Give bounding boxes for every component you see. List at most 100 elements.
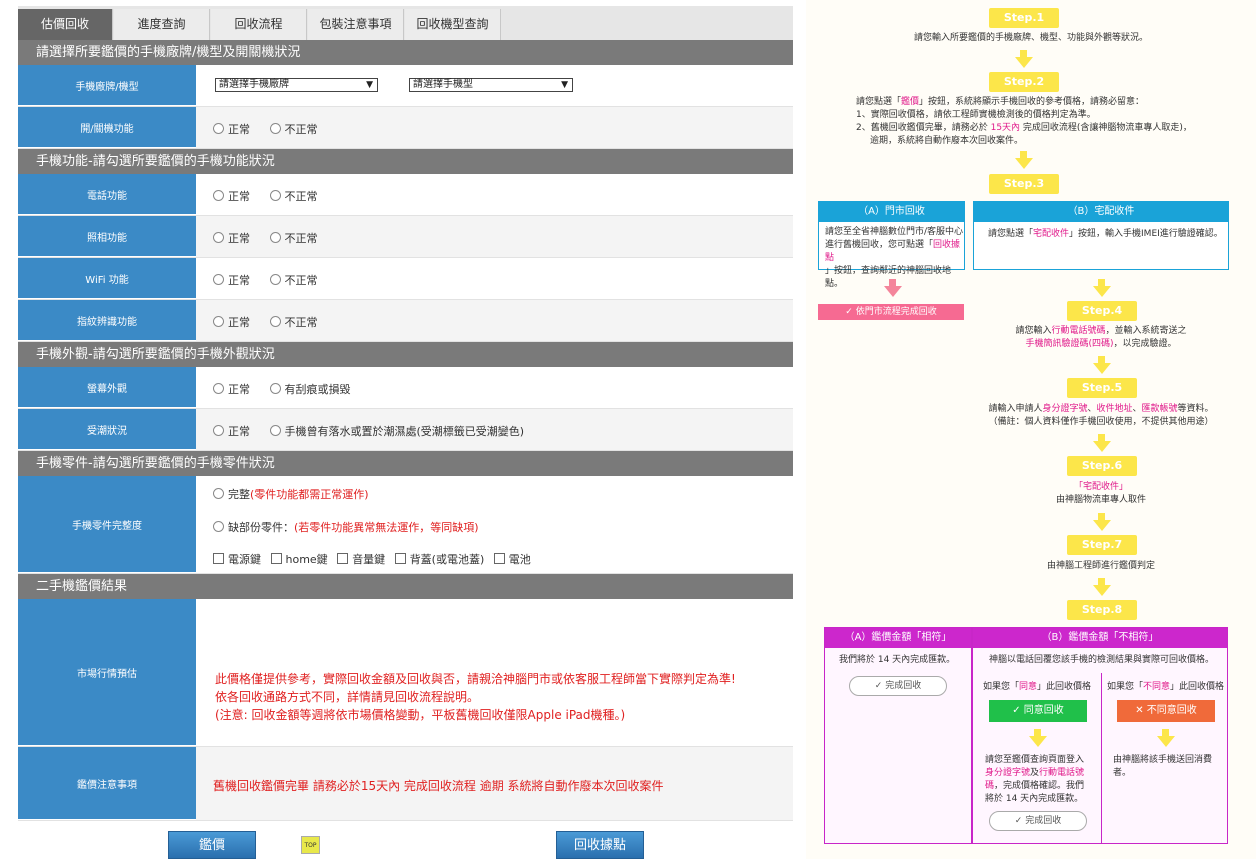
match-head: （A）鑑價金額「相符」 — [825, 628, 971, 648]
top-button[interactable]: TOP — [301, 836, 320, 854]
close-icon: ✕ — [1135, 705, 1147, 716]
tab-models[interactable]: 回收機型查詢 — [405, 9, 501, 40]
row-camera: 照相功能 正常 不正常 — [18, 216, 793, 258]
arrow-down-icon — [1093, 585, 1111, 596]
disagree-c: 」此回收價格 — [1170, 682, 1225, 692]
step-6-a: 「宅配收件」 — [1073, 482, 1128, 492]
label-screen: 螢幕外觀 — [18, 367, 196, 408]
arrow-down-icon — [1157, 736, 1175, 747]
appraise-button[interactable]: 鑑價 — [168, 831, 256, 859]
disagree-t1: 由神腦將該手機送回消費 — [1113, 755, 1213, 765]
power-key-checkbox[interactable]: 電源鍵 — [213, 551, 261, 567]
section-brand: 請選擇所要鑑價的手機廠牌/機型及開關機狀況 — [18, 40, 793, 65]
home-delivery-box: （B）宅配收件 請您點選「宅配收件」按鈕，輸入手機IMEI進行驗證確認。 — [973, 201, 1229, 270]
agree-t4: 將於 14 天內完成匯款。 — [985, 794, 1084, 804]
locations-button[interactable]: 回收據點 — [556, 831, 644, 859]
back-cover-checkbox[interactable]: 背蓋(或電池蓋) — [395, 551, 485, 567]
parts-checkboxes: 電源鍵 home鍵 音量鍵 背蓋(或電池蓋) 電池 — [213, 551, 537, 567]
chevron-down-icon: ▼ — [561, 80, 568, 90]
agree-t2a: 身分證字號 — [985, 768, 1031, 778]
store-recycle-head: （A）門市回收 — [819, 202, 964, 222]
step-8-badge: Step.8 — [1067, 600, 1137, 620]
label-wifi: WiFi 功能 — [18, 258, 196, 299]
parts-complete-note: (零件功能都需正常運作) — [250, 488, 369, 501]
label-camera: 照相功能 — [18, 216, 196, 257]
disagree-b: 不同意 — [1143, 682, 1171, 692]
arrow-down-icon — [1162, 729, 1169, 736]
row-power: 開/關機功能 正常 不正常 — [18, 107, 793, 149]
price-notice: 此價格僅提供參考，實際回收金額及回收與否，請親洽神腦門市或依客服工程師當下實際判… — [215, 670, 775, 724]
step-4-b: 行動電話號碼 — [1051, 326, 1106, 336]
tab-process[interactable]: 回收流程 — [211, 9, 307, 40]
home-text-c: 」按鈕，輸入手機IMEI進行驗證確認。 — [1069, 229, 1223, 239]
step-2-badge: Step.2 — [989, 72, 1059, 92]
store-text-2a: 進行舊機回收，您可點選「 — [825, 240, 934, 250]
agree-button[interactable]: ✓ 同意回收 — [989, 700, 1087, 722]
fingerprint-normal-radio[interactable]: 正常 — [213, 314, 250, 330]
store-recycle-box: （A）門市回收 請您至全省神腦數位門市/客服中心 進行舊機回收，您可點選「回收據… — [818, 201, 965, 289]
arrow-down-icon — [1098, 356, 1105, 363]
step-5-e: 、 — [1132, 404, 1142, 414]
match-text: 我們將於 14 天內完成匯款。 — [839, 655, 956, 665]
brand-select[interactable]: 請選擇手機廠牌 ▼ — [215, 78, 378, 92]
moisture-options: 正常 手機曾有落水或置於潮濕處(受潮標籤已受潮變色) — [213, 423, 540, 439]
power-normal-radio[interactable]: 正常 — [213, 121, 250, 137]
disagree-instructions: 由神腦將該手機送回消費 者。 — [1113, 754, 1225, 780]
store-complete-button[interactable]: ✓ 依門市流程完成回收 — [818, 304, 964, 320]
step-2-2b: 15天內 — [990, 123, 1021, 133]
match-done-label: 完成回收 — [885, 681, 922, 691]
appraisal-form: 估價回收 進度查詢 回收流程 包裝注意事項 回收機型查詢 請選擇所要鑑價的手機廠… — [18, 6, 793, 859]
tab-appraisal[interactable]: 估價回收 — [18, 9, 113, 40]
tab-packaging[interactable]: 包裝注意事項 — [308, 9, 404, 40]
screen-normal-radio[interactable]: 正常 — [213, 381, 250, 397]
arrow-down-icon — [1020, 50, 1027, 57]
agree-t1: 請您至鑑價查詢頁面登入 — [985, 755, 1085, 765]
volume-key-checkbox[interactable]: 音量鍵 — [337, 551, 385, 567]
row-moisture: 受潮狀況 正常 手機曾有落水或置於潮濕處(受潮標籤已受潮變色) — [18, 409, 793, 451]
step-2-line1: 1、實際回收價格，請依工程師實機檢測後的價格判定為準。 — [856, 110, 1096, 120]
phone-normal-radio[interactable]: 正常 — [213, 188, 250, 204]
home-delivery-text: 請您點選「宅配收件」按鈕，輸入手機IMEI進行驗證確認。 — [988, 228, 1228, 241]
match-done-button[interactable]: ✓ 完成回收 — [849, 676, 947, 696]
camera-normal-radio[interactable]: 正常 — [213, 230, 250, 246]
disagree-t2: 者。 — [1113, 768, 1132, 778]
disagree-button[interactable]: ✕ 不同意回收 — [1117, 700, 1215, 722]
camera-abnormal-radio[interactable]: 不正常 — [270, 230, 318, 246]
step-4-d: 手機簡訊驗證碼(四碼) — [1025, 339, 1114, 349]
row-phone: 電話功能 正常 不正常 — [18, 174, 793, 216]
moisture-normal-radio[interactable]: 正常 — [213, 423, 250, 439]
arrow-down-icon — [1029, 736, 1047, 747]
section-functions: 手機功能-請勾選所要鑑價的手機功能狀況 — [18, 149, 793, 174]
disagree-label: 不同意回收 — [1146, 705, 1197, 716]
fingerprint-abnormal-radio[interactable]: 不正常 — [270, 314, 318, 330]
home-text-b: 宅配收件 — [1033, 229, 1070, 239]
nomatch-done-button[interactable]: ✓ 完成回收 — [989, 811, 1087, 831]
power-abnormal-radio[interactable]: 不正常 — [270, 121, 318, 137]
phone-abnormal-radio[interactable]: 不正常 — [270, 188, 318, 204]
agree-a: 如果您「 — [983, 682, 1020, 692]
home-key-checkbox[interactable]: home鍵 — [271, 551, 328, 567]
row-brand-model: 手機廠牌/機型 — [18, 65, 793, 107]
screen-scratched-radio[interactable]: 有刮痕或損毀 — [270, 381, 351, 397]
parts-complete-radio[interactable]: 完整 — [213, 486, 250, 502]
wifi-abnormal-radio[interactable]: 不正常 — [270, 272, 318, 288]
store-text-1: 請您至全省神腦數位門市/客服中心 — [825, 227, 964, 237]
arrow-down-icon — [889, 279, 896, 286]
label-fingerprint: 指紋辨識功能 — [18, 300, 196, 341]
moisture-wet-radio[interactable]: 手機曾有落水或置於潮濕處(受潮標籤已受潮變色) — [270, 423, 525, 439]
model-select[interactable]: 請選擇手機型 ▼ — [409, 78, 573, 92]
step-1-text: 請您輸入所要鑑價的手機廠牌、機型、功能與外觀等狀況。 — [913, 33, 1148, 43]
step-5-b: 身分證字號 — [1042, 404, 1088, 414]
wifi-normal-radio[interactable]: 正常 — [213, 272, 250, 288]
parts-missing-radio[interactable]: 缺部份零件： — [213, 519, 294, 535]
arrow-down-icon — [1093, 441, 1111, 452]
battery-checkbox[interactable]: 電池 — [494, 551, 531, 567]
agree-instructions: 請您至鑑價查詢頁面登入 身分證字號及行動電話號 碼，完成價格確認。我們 將於 1… — [985, 754, 1099, 806]
arrow-down-icon — [1098, 434, 1105, 441]
tab-progress[interactable]: 進度查詢 — [114, 9, 210, 40]
parts-missing-note: (若零件功能異常無法運作，等同缺項) — [294, 521, 479, 534]
agree-prompt: 如果您「同意」此回收價格 — [983, 681, 1101, 694]
step-7-text: 由神腦工程師進行鑑價判定 — [1046, 561, 1155, 571]
arrow-down-icon — [1098, 279, 1105, 286]
check-icon: ✓ — [1014, 816, 1026, 826]
